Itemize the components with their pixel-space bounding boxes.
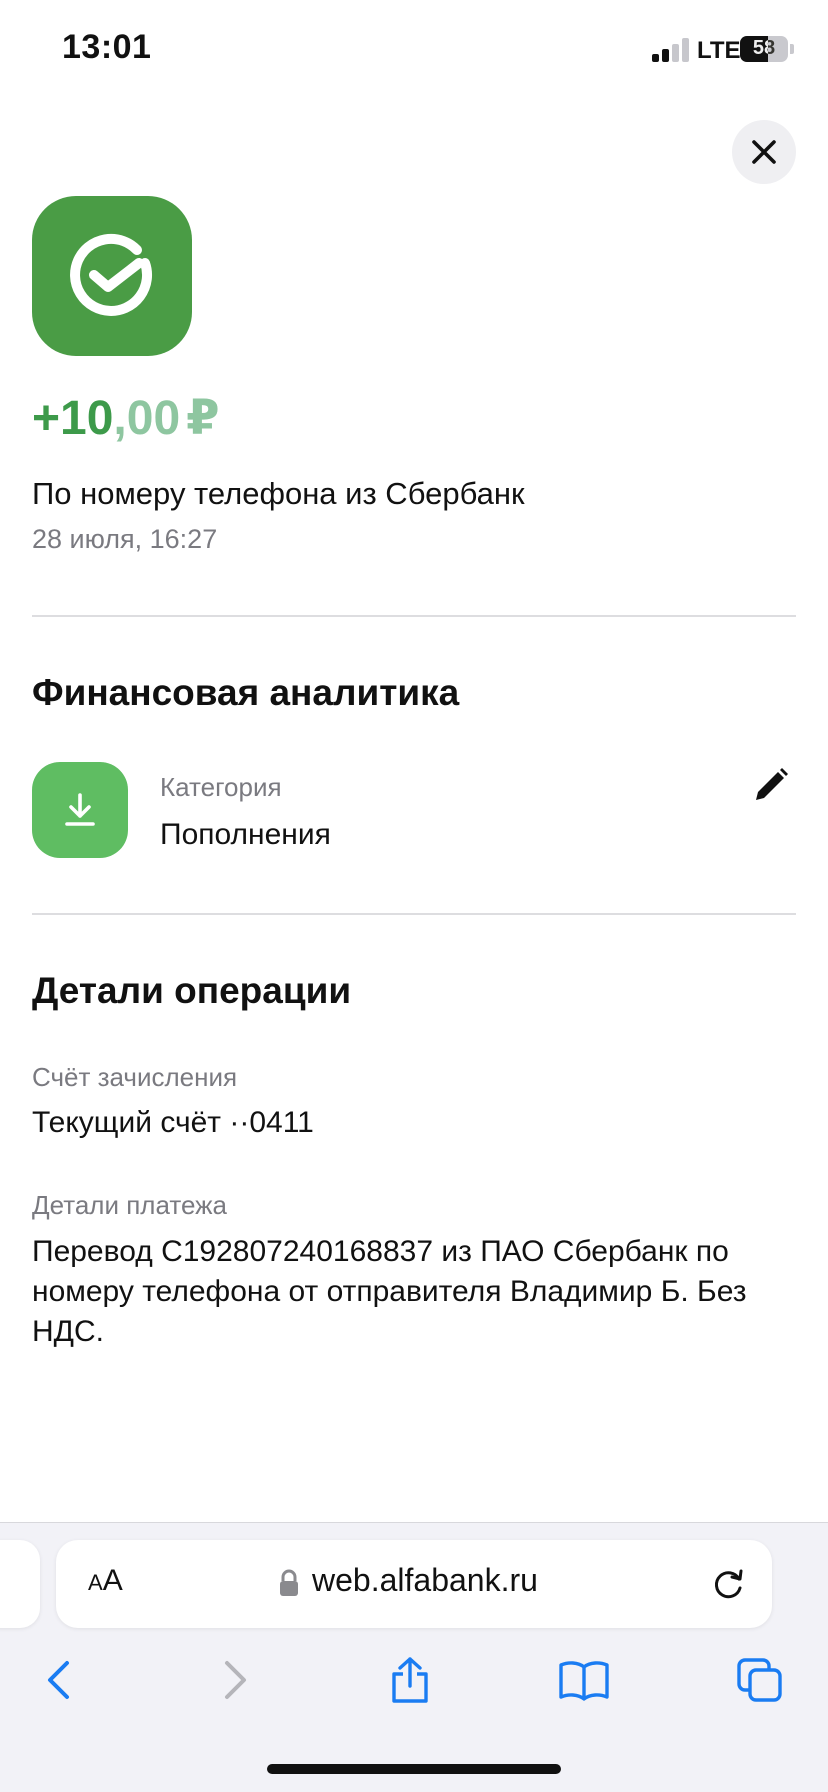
network-type: LTE <box>697 37 741 64</box>
home-indicator <box>267 1764 561 1774</box>
url-text[interactable]: web.alfabank.ru <box>312 1562 538 1599</box>
sberbank-logo-icon <box>70 233 152 316</box>
edit-category-button[interactable] <box>748 762 794 808</box>
cellular-signal-icon <box>652 38 692 62</box>
address-bar[interactable]: AA web.alfabank.ru <box>56 1540 772 1628</box>
status-bar: 13:01 LTE 58 <box>0 0 828 100</box>
amount-currency: ₽ <box>186 392 220 445</box>
back-icon <box>48 1661 69 1699</box>
divider <box>32 913 796 915</box>
share-icon <box>392 1657 428 1703</box>
payment-details-label: Детали платежа <box>32 1190 227 1220</box>
account-value: Текущий счёт ··0411 <box>32 1106 314 1139</box>
account-label: Счёт зачисления <box>32 1062 238 1092</box>
share-button[interactable] <box>380 1650 440 1710</box>
pencil-icon <box>756 768 788 800</box>
previous-tab-peek[interactable] <box>0 1540 40 1628</box>
close-icon <box>752 140 776 164</box>
analytics-title: Финансовая аналитика <box>32 672 460 713</box>
category-icon-tile <box>32 762 128 858</box>
back-button[interactable] <box>28 1650 88 1710</box>
battery-percent: 58 <box>752 37 776 59</box>
text-size-small: A <box>88 1570 103 1595</box>
forward-icon <box>225 1661 246 1699</box>
divider <box>32 615 796 617</box>
tabs-button[interactable] <box>730 1650 790 1710</box>
text-size-large: A <box>102 1564 123 1597</box>
close-button[interactable] <box>732 120 796 184</box>
category-label: Категория <box>160 772 282 802</box>
battery-nub <box>790 44 794 54</box>
transaction-description: По номеру телефона из Сбербанк <box>32 476 525 511</box>
battery-icon: 58 <box>740 36 788 62</box>
text-size-button[interactable]: AA <box>88 1564 123 1598</box>
transaction-date: 28 июля, 16:27 <box>32 524 218 554</box>
tabs-icon <box>737 1658 782 1702</box>
lock-icon <box>280 1569 298 1596</box>
sberbank-logo <box>32 196 192 356</box>
reload-icon[interactable] <box>708 1564 748 1604</box>
status-time: 13:01 <box>62 28 152 66</box>
transaction-amount: +10,00 ₽ <box>32 390 220 446</box>
bookmarks-button[interactable] <box>554 1650 614 1710</box>
amount-fraction: ,00 <box>113 392 181 445</box>
download-icon <box>65 793 95 826</box>
category-value: Пополнения <box>160 818 331 851</box>
forward-button[interactable] <box>206 1650 266 1710</box>
page: 13:01 LTE 58 +10,00 ₽ По номеру телефона … <box>0 0 828 1792</box>
details-title: Детали операции <box>32 970 352 1011</box>
payment-details-value: Перевод C192807240168837 из ПАО Сбербанк… <box>32 1235 747 1348</box>
bookmarks-icon <box>559 1661 609 1701</box>
amount-whole: +10 <box>32 392 114 445</box>
